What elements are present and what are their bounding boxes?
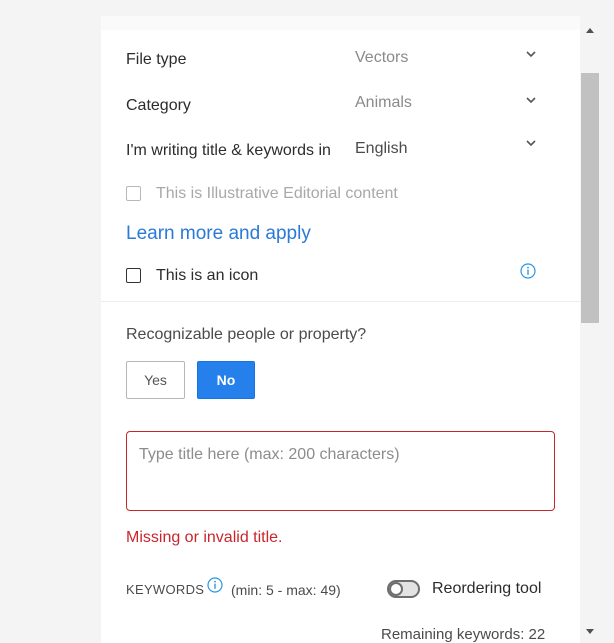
language-label: I'm writing title & keywords in [126,142,331,159]
is-icon-checkbox[interactable] [126,268,141,283]
file-type-label: File type [126,51,187,68]
keywords-label: KEYWORDS [126,582,205,597]
remaining-keywords-count: Remaining keywords: 22 [381,626,546,643]
panel-top-edge [101,16,580,30]
reordering-tool-label: Reordering tool [432,580,542,597]
reordering-tool-toggle[interactable] [387,580,420,598]
keywords-range: (min: 5 - max: 49) [231,582,341,598]
language-select[interactable]: English [355,140,407,158]
scroll-up-arrow-icon[interactable] [586,20,594,38]
toggle-knob [389,582,403,596]
upload-details-panel: File type Vectors Category Animals I'm w… [101,16,580,643]
title-input-box [126,431,555,511]
recognizable-question: Recognizable people or property? [126,326,367,343]
yes-button[interactable]: Yes [126,361,185,399]
category-label: Category [126,97,191,114]
info-icon[interactable] [520,263,536,279]
no-button[interactable]: No [197,361,255,399]
category-select[interactable]: Animals [355,94,412,112]
illustrative-editorial-label: This is Illustrative Editorial content [156,185,398,202]
learn-more-link[interactable]: Learn more and apply [126,223,311,245]
chevron-down-icon[interactable] [526,50,536,60]
illustrative-editorial-checkbox[interactable] [126,186,141,201]
file-type-select[interactable]: Vectors [355,49,408,67]
title-input[interactable] [127,432,554,510]
title-error-message: Missing or invalid title. [126,529,283,546]
scroll-down-arrow-icon[interactable] [586,622,594,640]
chevron-down-icon[interactable] [526,96,536,106]
chevron-down-icon[interactable] [526,139,536,149]
section-divider [101,301,580,302]
scrollbar-thumb[interactable] [581,73,599,323]
vertical-scrollbar[interactable] [580,16,600,643]
is-icon-label: This is an icon [156,267,259,284]
info-icon[interactable] [207,577,223,593]
